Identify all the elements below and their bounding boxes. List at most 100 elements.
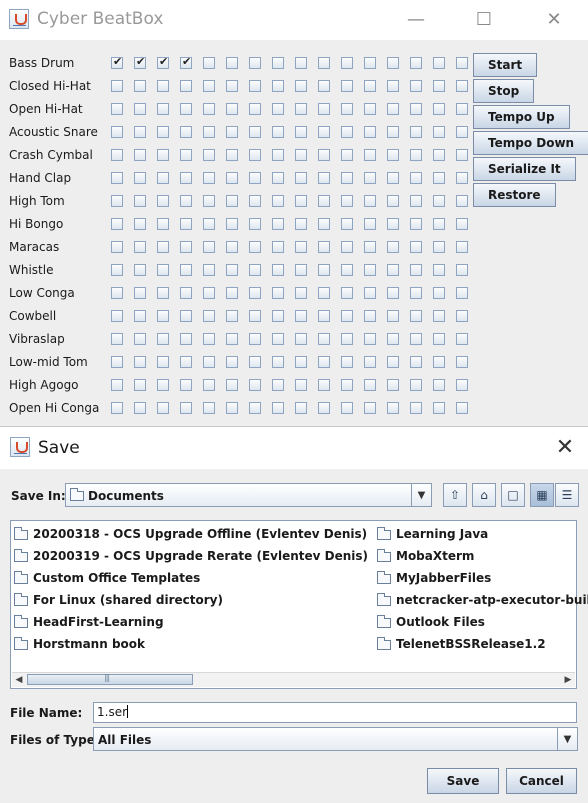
beat-checkbox[interactable] xyxy=(318,80,330,92)
beat-checkbox[interactable] xyxy=(134,80,146,92)
beat-checkbox[interactable] xyxy=(249,218,261,230)
beat-checkbox[interactable] xyxy=(387,264,399,276)
beat-checkbox[interactable] xyxy=(456,172,468,184)
beat-checkbox[interactable] xyxy=(272,126,284,138)
scroll-right-icon[interactable]: ▶ xyxy=(561,673,575,687)
beat-checkbox[interactable] xyxy=(226,195,238,207)
beat-checkbox[interactable] xyxy=(295,379,307,391)
beat-checkbox[interactable] xyxy=(341,218,353,230)
beat-checkbox[interactable] xyxy=(341,57,353,69)
beat-checkbox[interactable] xyxy=(433,356,445,368)
beat-checkbox[interactable] xyxy=(272,149,284,161)
beat-checkbox[interactable] xyxy=(157,356,169,368)
beat-checkbox[interactable] xyxy=(433,57,445,69)
beat-checkbox[interactable] xyxy=(180,356,192,368)
beat-checkbox[interactable] xyxy=(272,264,284,276)
beat-checkbox[interactable] xyxy=(272,310,284,322)
beat-checkbox[interactable] xyxy=(387,126,399,138)
minimize-icon[interactable]: — xyxy=(398,6,434,34)
beat-checkbox[interactable] xyxy=(111,172,123,184)
beat-checkbox[interactable] xyxy=(318,195,330,207)
beat-checkbox[interactable] xyxy=(364,218,376,230)
save-button[interactable]: Save xyxy=(427,768,499,794)
beat-checkbox[interactable] xyxy=(318,333,330,345)
beat-checkbox[interactable] xyxy=(433,264,445,276)
beat-checkbox[interactable] xyxy=(433,333,445,345)
beat-checkbox[interactable] xyxy=(387,195,399,207)
beat-checkbox[interactable] xyxy=(387,356,399,368)
beat-checkbox[interactable] xyxy=(111,241,123,253)
beat-checkbox[interactable] xyxy=(433,195,445,207)
beat-checkbox[interactable] xyxy=(203,57,215,69)
beat-checkbox[interactable] xyxy=(249,80,261,92)
beat-checkbox[interactable] xyxy=(157,103,169,115)
beat-checkbox[interactable] xyxy=(295,172,307,184)
beat-checkbox[interactable] xyxy=(226,80,238,92)
beat-checkbox[interactable] xyxy=(203,287,215,299)
beat-checkbox[interactable] xyxy=(226,310,238,322)
beat-checkbox[interactable] xyxy=(433,126,445,138)
beat-checkbox[interactable] xyxy=(203,379,215,391)
beat-checkbox[interactable] xyxy=(410,379,422,391)
beat-checkbox[interactable] xyxy=(134,149,146,161)
beat-checkbox[interactable] xyxy=(134,55,146,69)
beat-checkbox[interactable] xyxy=(203,195,215,207)
maximize-icon[interactable]: ☐ xyxy=(466,6,502,34)
beat-checkbox[interactable] xyxy=(180,218,192,230)
beat-checkbox[interactable] xyxy=(364,149,376,161)
beat-checkbox[interactable] xyxy=(272,80,284,92)
beat-checkbox[interactable] xyxy=(249,287,261,299)
beat-checkbox[interactable] xyxy=(134,356,146,368)
beat-checkbox[interactable] xyxy=(456,57,468,69)
beat-checkbox[interactable] xyxy=(318,149,330,161)
scroll-left-icon[interactable]: ◀ xyxy=(12,673,26,687)
beat-checkbox[interactable] xyxy=(203,149,215,161)
beat-checkbox[interactable] xyxy=(249,333,261,345)
beat-checkbox[interactable] xyxy=(272,402,284,414)
beat-checkbox[interactable] xyxy=(157,126,169,138)
beat-checkbox[interactable] xyxy=(410,241,422,253)
beat-checkbox[interactable] xyxy=(157,333,169,345)
beat-checkbox[interactable] xyxy=(134,333,146,345)
beat-checkbox[interactable] xyxy=(341,149,353,161)
beat-checkbox[interactable] xyxy=(134,103,146,115)
beat-checkbox[interactable] xyxy=(410,287,422,299)
beat-checkbox[interactable] xyxy=(433,103,445,115)
beat-checkbox[interactable] xyxy=(111,195,123,207)
beat-checkbox[interactable] xyxy=(134,287,146,299)
beat-checkbox[interactable] xyxy=(157,264,169,276)
tempo-up-button[interactable]: Tempo Up xyxy=(473,105,570,129)
beat-checkbox[interactable] xyxy=(180,264,192,276)
beat-checkbox[interactable] xyxy=(111,402,123,414)
beat-checkbox[interactable] xyxy=(364,287,376,299)
beat-checkbox[interactable] xyxy=(180,80,192,92)
beat-checkbox[interactable] xyxy=(272,356,284,368)
beat-checkbox[interactable] xyxy=(111,218,123,230)
beat-checkbox[interactable] xyxy=(295,195,307,207)
beat-checkbox[interactable] xyxy=(180,149,192,161)
beat-checkbox[interactable] xyxy=(272,218,284,230)
beat-checkbox[interactable] xyxy=(157,218,169,230)
beat-checkbox[interactable] xyxy=(341,379,353,391)
close-icon[interactable]: ✕ xyxy=(548,434,582,462)
beat-checkbox[interactable] xyxy=(203,172,215,184)
save-in-combo[interactable]: Documents ▼ xyxy=(65,483,432,507)
beat-checkbox[interactable] xyxy=(387,103,399,115)
beat-checkbox[interactable] xyxy=(180,195,192,207)
beat-checkbox[interactable] xyxy=(433,172,445,184)
beat-checkbox[interactable] xyxy=(157,287,169,299)
beat-checkbox[interactable] xyxy=(157,402,169,414)
home-icon[interactable]: ⌂ xyxy=(472,483,496,507)
beat-checkbox[interactable] xyxy=(341,287,353,299)
beat-checkbox[interactable] xyxy=(341,264,353,276)
beat-checkbox[interactable] xyxy=(433,241,445,253)
beat-checkbox[interactable] xyxy=(180,241,192,253)
beat-checkbox[interactable] xyxy=(433,287,445,299)
cancel-button[interactable]: Cancel xyxy=(506,768,577,794)
beat-checkbox[interactable] xyxy=(249,379,261,391)
beat-checkbox[interactable] xyxy=(111,103,123,115)
beat-checkbox[interactable] xyxy=(203,402,215,414)
beat-checkbox[interactable] xyxy=(456,103,468,115)
beat-checkbox[interactable] xyxy=(111,379,123,391)
beat-checkbox[interactable] xyxy=(226,103,238,115)
